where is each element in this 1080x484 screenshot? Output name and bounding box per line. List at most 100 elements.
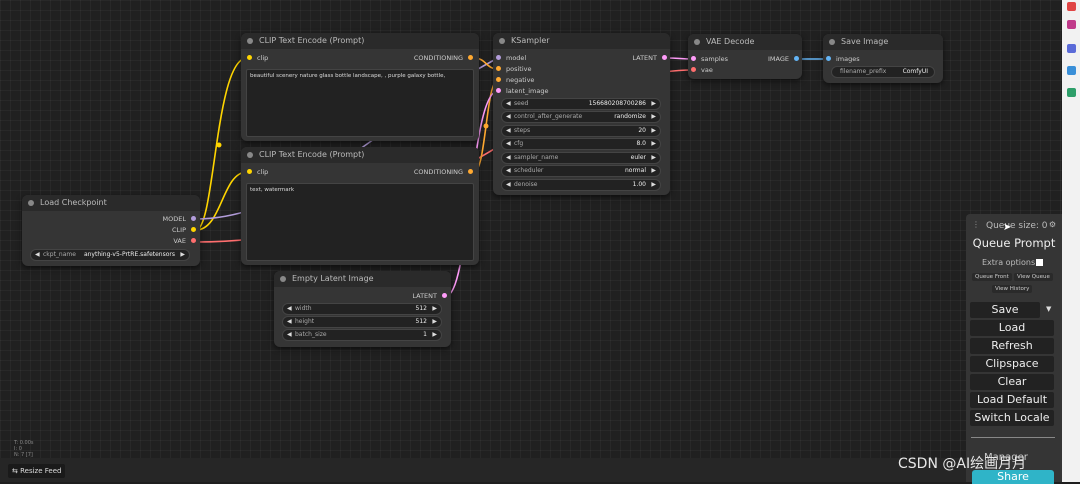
input-vae[interactable]: vae: [691, 65, 713, 75]
collapse-dot-icon[interactable]: [499, 38, 505, 44]
input-clip[interactable]: clip: [247, 167, 268, 177]
app-icon[interactable]: [1067, 2, 1076, 11]
clipspace-button[interactable]: Clipspace: [970, 356, 1054, 372]
node-canvas[interactable]: CLIP Text Encode (Prompt) clip CONDITION…: [0, 0, 1062, 458]
output-clip[interactable]: CLIP: [172, 225, 196, 235]
input-images[interactable]: images: [826, 54, 860, 64]
vae-pin-icon[interactable]: [191, 238, 196, 243]
arrow-left-icon[interactable]: ◀: [287, 317, 292, 327]
output-latent[interactable]: LATENT: [632, 53, 667, 63]
input-samples[interactable]: samples: [691, 54, 728, 64]
arrow-left-icon[interactable]: ◀: [35, 250, 40, 260]
save-dropdown-icon[interactable]: ▼: [1046, 305, 1051, 313]
prompt-textarea[interactable]: beautiful scenery nature glass bottle la…: [246, 69, 474, 137]
sampler-name-widget[interactable]: ◀ sampler_name euler ▶: [501, 152, 661, 164]
node-load-checkpoint[interactable]: Load Checkpoint MODEL CLIP VAE ◀ ckpt_na…: [22, 195, 200, 266]
node-clip-text-encode-negative[interactable]: CLIP Text Encode (Prompt) clip CONDITION…: [241, 147, 479, 265]
input-model[interactable]: model: [496, 53, 526, 63]
arrow-left-icon[interactable]: ◀: [287, 304, 292, 314]
arrow-left-icon[interactable]: ◀: [506, 166, 511, 176]
arrow-right-icon[interactable]: ▶: [432, 317, 437, 327]
drag-handle-icon[interactable]: ⋮: [972, 220, 980, 229]
load-button[interactable]: Load: [970, 320, 1054, 336]
arrow-left-icon[interactable]: ◀: [506, 99, 511, 109]
mail-icon[interactable]: [1067, 20, 1076, 29]
collapse-dot-icon[interactable]: [829, 39, 835, 45]
denoise-widget[interactable]: ◀ denoise 1.00 ▶: [501, 179, 661, 191]
resize-feed-button[interactable]: ⇆ Resize Feed: [8, 464, 66, 478]
arrow-left-icon[interactable]: ◀: [506, 139, 511, 149]
arrow-left-icon[interactable]: ◀: [287, 330, 292, 340]
width-widget[interactable]: ◀ width 512 ▶: [282, 303, 442, 315]
input-negative[interactable]: negative: [496, 75, 534, 85]
arrow-left-icon[interactable]: ◀: [506, 180, 511, 190]
arrow-right-icon[interactable]: ▶: [432, 304, 437, 314]
steps-widget[interactable]: ◀ steps 20 ▶: [501, 125, 661, 137]
arrow-right-icon[interactable]: ▶: [651, 180, 656, 190]
negative-prompt-textarea[interactable]: text, watermark: [246, 183, 474, 261]
conditioning-pin-icon[interactable]: [468, 55, 473, 60]
node-clip-text-encode-positive[interactable]: CLIP Text Encode (Prompt) clip CONDITION…: [241, 33, 479, 141]
input-positive[interactable]: positive: [496, 64, 532, 74]
settings-gear-icon[interactable]: ⚙: [1049, 220, 1056, 229]
arrow-right-icon[interactable]: ▶: [651, 126, 656, 136]
conditioning-pin-icon[interactable]: [496, 66, 501, 71]
filename-prefix-widget[interactable]: filename_prefix ComfyUI: [831, 66, 935, 78]
image-pin-icon[interactable]: [826, 56, 831, 61]
ckpt-name-combo[interactable]: ◀ ckpt_name anything-v5-PrtRE.safetensor…: [30, 249, 190, 261]
vae-pin-icon[interactable]: [691, 67, 696, 72]
collapse-dot-icon[interactable]: [694, 39, 700, 45]
collapse-dot-icon[interactable]: [280, 276, 286, 282]
latent-pin-icon[interactable]: [662, 55, 667, 60]
node-empty-latent-image[interactable]: Empty Latent Image LATENT ◀ width 512 ▶ ◀ he…: [274, 271, 451, 347]
arrow-left-icon[interactable]: ◀: [506, 126, 511, 136]
app-icon[interactable]: [1067, 66, 1076, 75]
save-button[interactable]: Save: [970, 302, 1040, 318]
node-save-image[interactable]: Save Image images filename_prefix ComfyU…: [823, 34, 943, 83]
control-after-generate-widget[interactable]: ◀ control_after_generate randomize ▶: [501, 111, 661, 123]
arrow-right-icon[interactable]: ▶: [432, 330, 437, 340]
arrow-right-icon[interactable]: ▶: [651, 153, 656, 163]
output-model[interactable]: MODEL: [163, 214, 196, 224]
output-latent[interactable]: LATENT: [412, 291, 447, 301]
conditioning-pin-icon[interactable]: [496, 77, 501, 82]
switch-locale-button[interactable]: Switch Locale: [970, 410, 1054, 426]
extra-options-checkbox[interactable]: [1036, 259, 1043, 266]
latent-pin-icon[interactable]: [496, 88, 501, 93]
latent-pin-icon[interactable]: [691, 56, 696, 61]
input-latent-image[interactable]: latent_image: [496, 86, 549, 96]
scheduler-widget[interactable]: ◀ scheduler normal ▶: [501, 165, 661, 177]
output-conditioning[interactable]: CONDITIONING: [414, 53, 473, 63]
arrow-right-icon[interactable]: ▶: [651, 112, 656, 122]
model-pin-icon[interactable]: [496, 55, 501, 60]
refresh-button[interactable]: Refresh: [970, 338, 1054, 354]
node-ksampler[interactable]: KSampler model positive negative latent_…: [493, 33, 670, 195]
node-vae-decode[interactable]: VAE Decode samples vae IMAGE: [688, 34, 802, 79]
latent-pin-icon[interactable]: [442, 293, 447, 298]
collapse-dot-icon[interactable]: [247, 152, 253, 158]
collapse-dot-icon[interactable]: [28, 200, 34, 206]
collapse-dot-icon[interactable]: [247, 38, 253, 44]
arrow-right-icon[interactable]: ▶: [651, 99, 656, 109]
seed-widget[interactable]: ◀ seed 156680208700286 ▶: [501, 98, 661, 110]
arrow-right-icon[interactable]: ▶: [651, 166, 656, 176]
conditioning-pin-icon[interactable]: [468, 169, 473, 174]
batch-size-widget[interactable]: ◀ batch_size 1 ▶: [282, 329, 442, 341]
clear-button[interactable]: Clear: [970, 374, 1054, 390]
clip-pin-icon[interactable]: [191, 227, 196, 232]
view-history-button[interactable]: View History: [992, 285, 1033, 293]
arrow-right-icon[interactable]: ▶: [180, 250, 185, 260]
queue-prompt-button[interactable]: Queue Prompt: [970, 236, 1058, 250]
arrow-right-icon[interactable]: ▶: [651, 139, 656, 149]
view-queue-button[interactable]: View Queue: [1014, 273, 1053, 281]
clip-pin-icon[interactable]: [247, 55, 252, 60]
output-conditioning[interactable]: CONDITIONING: [414, 167, 473, 177]
app-icon[interactable]: [1067, 44, 1076, 53]
output-image[interactable]: IMAGE: [768, 54, 799, 64]
clip-pin-icon[interactable]: [247, 169, 252, 174]
model-pin-icon[interactable]: [191, 216, 196, 221]
app-icon[interactable]: [1067, 88, 1076, 97]
queue-front-button[interactable]: Queue Front: [972, 273, 1012, 281]
image-pin-icon[interactable]: [794, 56, 799, 61]
output-vae[interactable]: VAE: [173, 236, 196, 246]
